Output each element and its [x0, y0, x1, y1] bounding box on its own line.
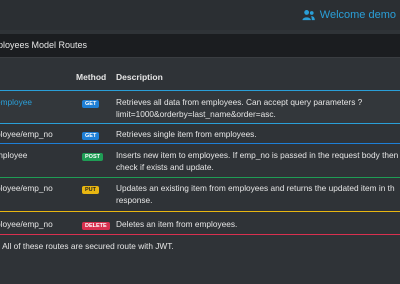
method-badge: DELETE: [82, 218, 110, 230]
table-row[interactable]: ployee/emp_no GET Retrieves single item …: [0, 124, 400, 144]
method-badge: GET: [82, 128, 100, 140]
route-path: ployee/emp_no: [0, 219, 53, 229]
table-row[interactable]: ployee/emp_no PUT Updates an existing it…: [0, 178, 400, 212]
top-navbar: Welcome demo: [0, 0, 400, 30]
card-header: ployees Model Routes: [0, 34, 400, 58]
welcome-text: Welcome demo: [319, 9, 396, 21]
route-description: Retrieves single item from employees.: [116, 129, 257, 139]
route-path: mployee: [0, 150, 28, 160]
route-path: ployee/emp_no: [0, 183, 53, 193]
table-row[interactable]: employee GET Retrieves all data from emp…: [0, 90, 400, 124]
page-title: ployees Model Routes: [0, 40, 88, 50]
table-header: Method Description: [0, 67, 400, 87]
route-description: Retrieves all data from employees. Can a…: [116, 97, 363, 119]
table-row[interactable]: mployee POST Inserts new item to employe…: [0, 146, 400, 178]
route-description: Updates an existing item from employees …: [116, 183, 395, 205]
route-description: Inserts new item to employees. If emp_no…: [116, 150, 399, 172]
column-header-method: Method: [76, 72, 107, 82]
security-note: : All of these routes are secured route …: [0, 241, 174, 251]
route-path[interactable]: employee: [0, 96, 32, 108]
table-row[interactable]: ployee/emp_no DELETE Deletes an item fro…: [0, 213, 400, 235]
method-badge: POST: [82, 149, 103, 161]
column-header-description: Description: [116, 72, 163, 82]
method-badge: PUT: [82, 182, 99, 194]
method-badge: GET: [82, 96, 100, 108]
route-path: ployee/emp_no: [0, 129, 53, 139]
routes-table: Method Description employee GET Retrieve…: [0, 58, 400, 284]
user-menu[interactable]: Welcome demo: [302, 7, 396, 23]
users-icon: [302, 9, 315, 21]
route-description: Deletes an item from employees.: [116, 219, 238, 229]
